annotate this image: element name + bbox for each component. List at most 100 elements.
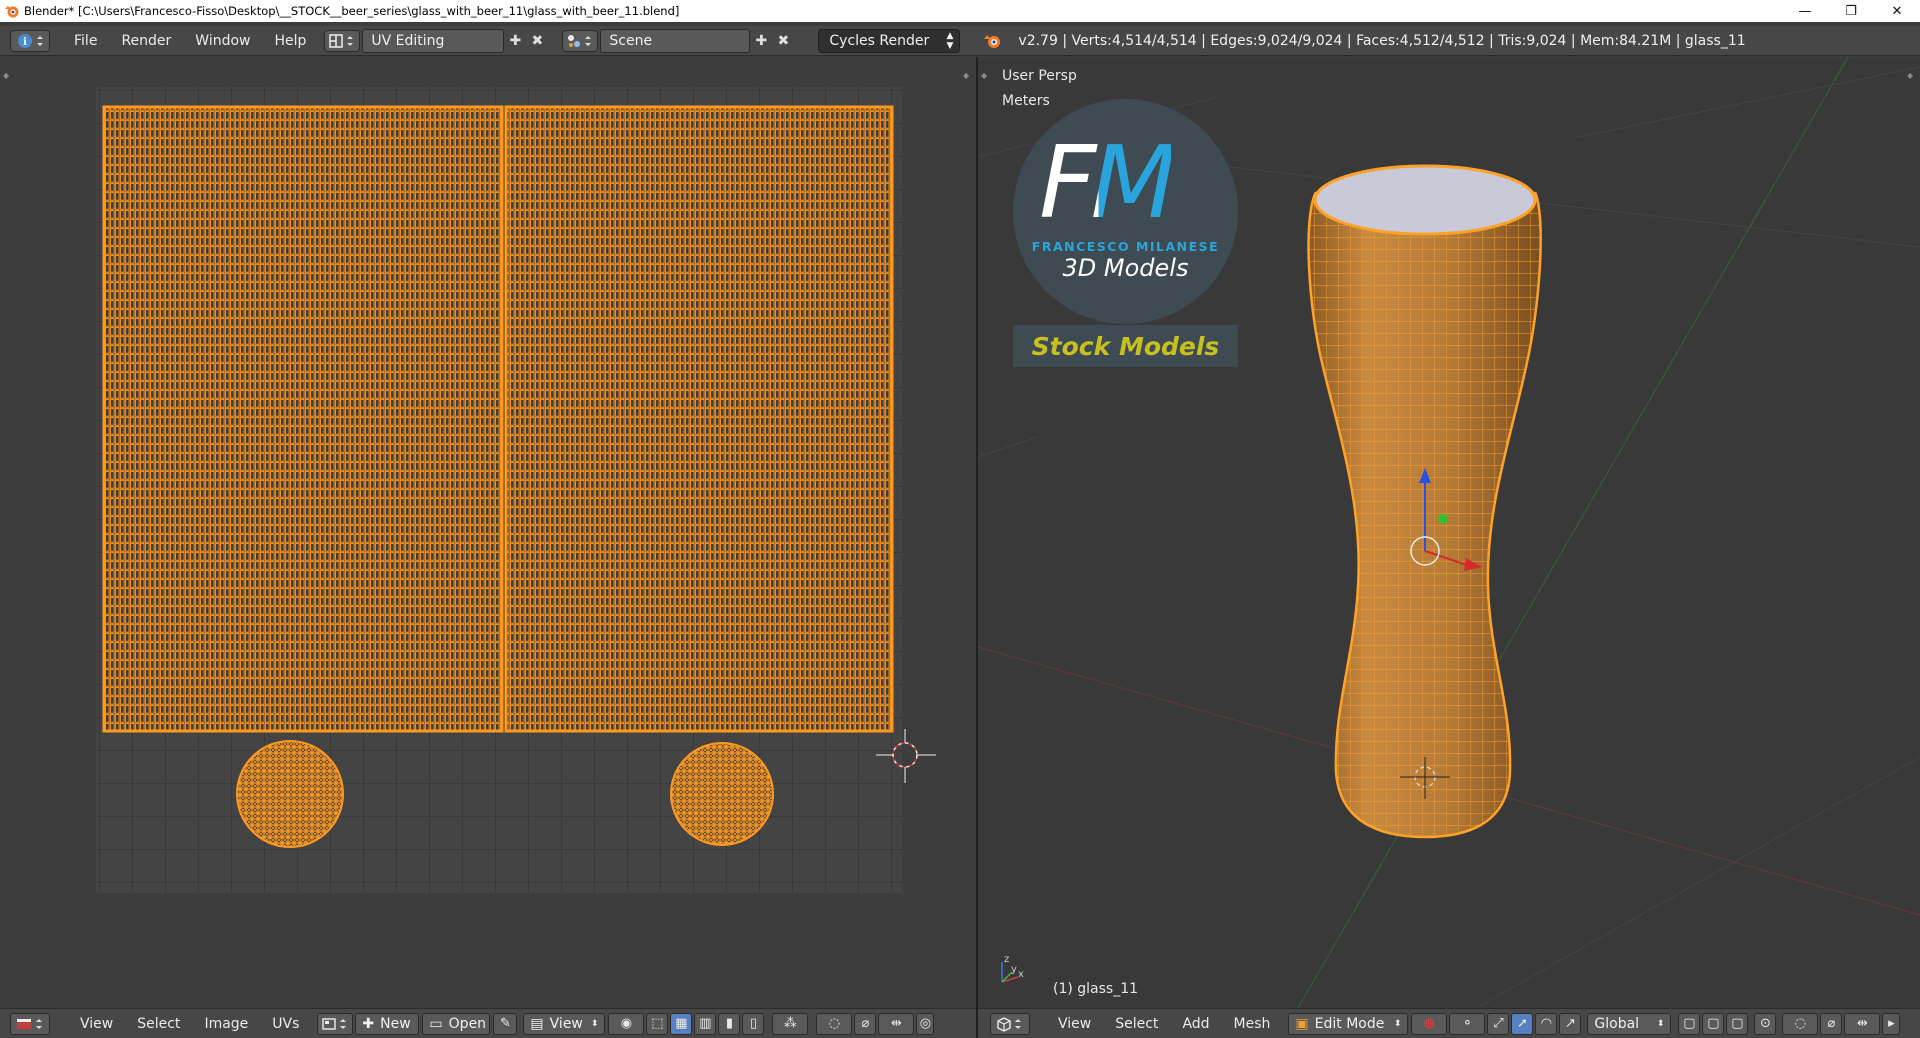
- 3d-view-icon: [997, 1016, 1021, 1032]
- close-button[interactable]: ✕: [1874, 0, 1920, 22]
- svg-text:i: i: [23, 37, 27, 48]
- render-engine-select[interactable]: Cycles Render ▲ ▼: [818, 28, 961, 53]
- scene-statistics: v2.79 | Verts:4,514/4,514 | Edges:9,024/…: [1018, 32, 1746, 49]
- translate-manipulator-icon[interactable]: ➚: [1511, 1012, 1534, 1035]
- menu-view[interactable]: View: [1046, 1009, 1103, 1038]
- menu-mesh[interactable]: Mesh: [1222, 1009, 1283, 1038]
- uv-editor-header: View Select Image UVs ✚ New ▭ Open ✎ ▤ V…: [0, 1008, 976, 1038]
- active-object-label: (1) glass_11: [1053, 981, 1139, 997]
- dropdown-arrows-icon: ⬍: [590, 1018, 599, 1029]
- manipulator-toggle-icon[interactable]: ⤢: [1487, 1012, 1510, 1035]
- layer-2-icon[interactable]: ▢: [1702, 1012, 1725, 1035]
- interaction-mode-label: Edit Mode: [1314, 1015, 1385, 1032]
- pivot-point-button[interactable]: ⚬: [1449, 1012, 1486, 1035]
- limit-selection-icon[interactable]: ⊙: [1754, 1012, 1777, 1035]
- menu-add[interactable]: Add: [1170, 1009, 1221, 1038]
- new-image-button[interactable]: ✚ New: [355, 1012, 420, 1035]
- open-image-label: Open: [448, 1015, 487, 1032]
- snap-icon[interactable]: ⌀: [854, 1012, 877, 1035]
- region-toggle-icon[interactable]: ◆: [963, 71, 973, 81]
- editor-type-info-button[interactable]: i: [10, 29, 50, 52]
- plus-icon: ✚: [362, 1015, 375, 1032]
- svg-text:z: z: [1004, 954, 1009, 965]
- sticky-selection-button[interactable]: ⁂: [772, 1012, 809, 1035]
- banner-text: Stock Models: [1031, 331, 1220, 361]
- scene-icon: [568, 34, 592, 47]
- svg-text:y: y: [1011, 964, 1017, 975]
- viewport-header: View Select Add Mesh ▣ Edit Mode ⬍ ◍ ⚬ ⤢…: [978, 1008, 1920, 1038]
- viewport-shading-button[interactable]: ◍: [1411, 1012, 1448, 1035]
- screen-layout-browse-button[interactable]: [324, 29, 361, 52]
- uv-island-left[interactable]: [102, 105, 504, 733]
- pin-icon[interactable]: ✎: [493, 1012, 518, 1035]
- 3d-viewport[interactable]: ◆ ◆ z y x User Persp Meters (1) glass_11…: [978, 57, 1920, 1008]
- transform-orientation-select[interactable]: Global ⬍: [1587, 1012, 1672, 1035]
- menu-uvs[interactable]: UVs: [260, 1009, 311, 1038]
- uv-island-right[interactable]: [504, 105, 894, 733]
- maximize-button[interactable]: ❐: [1828, 0, 1874, 22]
- image-browse-button[interactable]: [317, 1012, 354, 1035]
- add-scene-icon[interactable]: ✚: [750, 30, 772, 52]
- screen-layout-field[interactable]: UV Editing: [362, 28, 505, 53]
- remove-screen-icon[interactable]: ✖: [526, 30, 548, 52]
- proportional-edit-button[interactable]: ◌: [816, 1012, 853, 1035]
- uv-island-disc-right[interactable]: [670, 742, 774, 846]
- open-image-button[interactable]: ▭ Open: [422, 1012, 491, 1035]
- overflow-icon[interactable]: ◎: [916, 1012, 935, 1035]
- info-header: i File Render Window Help UV Editing ✚ ✖: [0, 26, 1920, 56]
- face-select-icon[interactable]: ▮: [718, 1012, 741, 1035]
- snap-element-button[interactable]: ⇹: [1844, 1012, 1881, 1035]
- layer-1-icon[interactable]: ▢: [1678, 1012, 1701, 1035]
- view-mode-icon: ▤: [530, 1015, 544, 1032]
- remove-scene-icon[interactable]: ✖: [772, 30, 794, 52]
- snap-element-button[interactable]: ⇹: [878, 1012, 915, 1035]
- logo-letters: FM: [1039, 124, 1177, 241]
- menu-view[interactable]: View: [68, 1009, 125, 1038]
- uv-image-editor[interactable]: ◆ ◆: [0, 57, 976, 1008]
- scale-manipulator-icon[interactable]: ↗: [1559, 1012, 1582, 1035]
- brand-tagline: 3D Models: [1062, 254, 1189, 282]
- blender-logo-icon: [5, 6, 19, 18]
- new-image-label: New: [380, 1015, 411, 1032]
- image-editor-icon: [17, 1018, 42, 1029]
- snap-icon[interactable]: ⌀: [1820, 1012, 1843, 1035]
- region-toggle-icon[interactable]: ◆: [3, 71, 13, 81]
- add-screen-icon[interactable]: ✚: [504, 30, 526, 52]
- minimize-button[interactable]: —: [1782, 0, 1828, 22]
- scene-field[interactable]: Scene: [600, 28, 751, 53]
- view-mode-select[interactable]: ▤ View ⬍: [523, 1012, 606, 1035]
- island-select-icon[interactable]: ▯: [742, 1012, 765, 1035]
- menu-file[interactable]: File: [62, 26, 109, 56]
- blender-logo-icon: [984, 34, 1001, 48]
- view-name-label: User Persp: [1002, 68, 1077, 84]
- editor-type-image-button[interactable]: [10, 1012, 50, 1035]
- sync-selection-icon[interactable]: ⬚: [646, 1012, 669, 1035]
- uv-island-disc-left[interactable]: [236, 740, 344, 848]
- vertex-select-icon[interactable]: ▦: [670, 1012, 693, 1035]
- uv-canvas[interactable]: [0, 57, 976, 1008]
- overflow-icon[interactable]: ▸: [1882, 1012, 1901, 1035]
- menu-help[interactable]: Help: [262, 26, 318, 56]
- editor-type-3d-button[interactable]: [990, 1012, 1030, 1035]
- units-label: Meters: [1002, 93, 1050, 109]
- edge-select-icon[interactable]: ▥: [694, 1012, 717, 1035]
- view-axes-icon: z y x: [1001, 954, 1024, 983]
- menu-select[interactable]: Select: [1103, 1009, 1170, 1038]
- pivot-point-button[interactable]: ◉: [608, 1012, 645, 1035]
- menu-select[interactable]: Select: [125, 1009, 192, 1038]
- scene-browse-button[interactable]: [562, 29, 599, 52]
- proportional-edit-button[interactable]: ◌: [1782, 1012, 1819, 1035]
- menu-window[interactable]: Window: [183, 26, 262, 56]
- glass-mesh-object[interactable]: [1278, 157, 1578, 857]
- image-browse-icon: [322, 1017, 347, 1030]
- interaction-mode-select[interactable]: ▣ Edit Mode ⬍: [1288, 1012, 1409, 1035]
- layout-grid-icon: [329, 33, 354, 48]
- view-mode-label: View: [549, 1015, 583, 1032]
- rotate-manipulator-icon[interactable]: ◠: [1535, 1012, 1558, 1035]
- render-engine-label: Cycles Render: [829, 32, 930, 49]
- menu-image[interactable]: Image: [192, 1009, 260, 1038]
- menu-render[interactable]: Render: [109, 26, 183, 56]
- layer-3-icon[interactable]: ▢: [1726, 1012, 1749, 1035]
- stock-models-banner: Stock Models: [1013, 325, 1238, 367]
- shading-icon: ◍: [1423, 1016, 1436, 1031]
